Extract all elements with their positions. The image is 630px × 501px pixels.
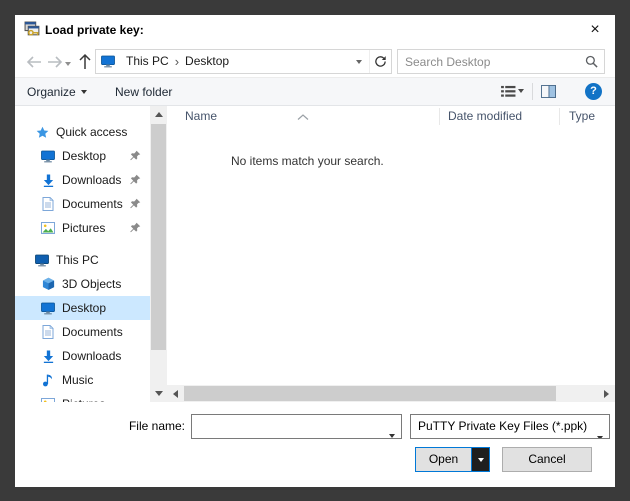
star-icon (34, 126, 50, 139)
music-note-icon (40, 373, 56, 387)
sidebar-item-label: Documents (62, 325, 123, 339)
scroll-right-icon[interactable] (598, 385, 615, 402)
sidebar-item-music[interactable]: Music (15, 368, 150, 392)
new-folder-label: New folder (115, 85, 172, 99)
scroll-left-icon[interactable] (167, 385, 184, 402)
sidebar-item-label: Downloads (62, 349, 121, 363)
refresh-icon[interactable] (369, 50, 391, 73)
sidebar-item-pictures[interactable]: Pictures (15, 392, 150, 402)
column-header-type[interactable]: Type (569, 109, 595, 123)
file-name-input[interactable] (192, 415, 401, 438)
new-folder-button[interactable]: New folder (115, 78, 172, 105)
sidebar-item-label: Downloads (62, 173, 121, 187)
file-name-combobox[interactable] (191, 414, 402, 439)
file-name-dropdown-icon[interactable] (389, 425, 395, 443)
sidebar-item-quick-access[interactable]: Quick access (15, 120, 150, 144)
horizontal-scrollbar[interactable] (167, 385, 615, 402)
empty-folder-message: No items match your search. (231, 154, 384, 168)
address-bar[interactable]: This PC › Desktop (95, 49, 392, 74)
sidebar-item-desktop-selected[interactable]: Desktop (15, 296, 150, 320)
sidebar-item-3d-objects[interactable]: 3D Objects (15, 272, 150, 296)
sidebar-item-label: Desktop (62, 301, 106, 315)
sidebar-item-documents[interactable]: Documents (15, 320, 150, 344)
search-box[interactable] (397, 49, 605, 74)
back-button[interactable] (24, 52, 44, 72)
window-title: Load private key: (45, 15, 144, 45)
sidebar-item-downloads-pinned[interactable]: Downloads (15, 168, 150, 192)
computer-icon (34, 254, 50, 267)
sidebar-item-this-pc[interactable]: This PC (15, 248, 150, 272)
search-icon (585, 55, 598, 73)
vertical-scrollbar-thumb[interactable] (151, 124, 166, 350)
column-separator[interactable] (439, 108, 440, 125)
download-icon (40, 350, 56, 363)
column-header-date-modified[interactable]: Date modified (448, 109, 522, 123)
sidebar-item-label: Desktop (62, 149, 106, 163)
sidebar-item-pictures-pinned[interactable]: Pictures (15, 216, 150, 240)
sidebar-item-label: Quick access (56, 125, 127, 139)
scroll-down-icon[interactable] (150, 385, 167, 402)
picture-icon (40, 222, 56, 234)
open-button[interactable]: Open (415, 447, 472, 472)
document-icon (40, 197, 56, 211)
file-type-value: PuTTY Private Key Files (*.ppk) (418, 419, 587, 433)
sidebar-item-label: This PC (56, 253, 99, 267)
file-type-combobox[interactable]: PuTTY Private Key Files (*.ppk) (410, 414, 610, 439)
sidebar-item-label: Documents (62, 197, 123, 211)
column-separator[interactable] (559, 108, 560, 125)
organize-dropdown-icon (81, 90, 87, 94)
vertical-scrollbar[interactable] (150, 106, 167, 402)
breadcrumb-this-pc[interactable]: This PC (120, 50, 175, 73)
sidebar-item-label: Pictures (62, 221, 105, 235)
change-view-icon[interactable] (501, 85, 516, 98)
pin-icon (130, 174, 141, 188)
sidebar-group-gap (15, 240, 150, 248)
load-private-key-dialog: Load private key: × This PC › Desktop (15, 15, 615, 487)
help-icon[interactable]: ? (585, 83, 602, 100)
recent-locations-dropdown-icon[interactable] (61, 54, 75, 74)
sidebar-item-label: Music (62, 373, 93, 387)
open-dropdown-icon (478, 458, 484, 462)
screen-background: Load private key: × This PC › Desktop (0, 0, 630, 501)
open-dropdown-button[interactable] (471, 447, 490, 472)
pin-icon (130, 222, 141, 236)
up-button[interactable] (75, 51, 95, 71)
sidebar-item-label: 3D Objects (62, 277, 121, 291)
scroll-up-icon[interactable] (150, 106, 167, 123)
pin-icon (130, 198, 141, 212)
pin-icon (130, 150, 141, 164)
preview-pane-icon[interactable] (541, 85, 556, 98)
sidebar-item-desktop-pinned[interactable]: Desktop (15, 144, 150, 168)
this-pc-icon (101, 55, 115, 68)
breadcrumb-desktop[interactable]: Desktop (179, 50, 235, 73)
close-button[interactable]: × (578, 15, 612, 45)
document-icon (40, 325, 56, 339)
file-name-label: File name: (15, 414, 185, 439)
view-dropdown-icon[interactable] (518, 89, 524, 93)
titlebar[interactable]: Load private key: × (15, 15, 615, 45)
command-toolbar: Organize New folder ? (15, 77, 615, 106)
sort-ascending-icon (297, 107, 309, 125)
file-type-dropdown-icon (597, 425, 603, 439)
sidebar-item-downloads[interactable]: Downloads (15, 344, 150, 368)
organize-button[interactable]: Organize (27, 78, 87, 105)
sidebar-item-documents-pinned[interactable]: Documents (15, 192, 150, 216)
cube-icon (40, 277, 56, 291)
file-list-area: Name Date modified Type No items match y… (167, 106, 615, 402)
download-icon (40, 174, 56, 187)
cancel-button[interactable]: Cancel (502, 447, 592, 472)
search-input[interactable] (398, 50, 604, 73)
picture-icon (40, 398, 56, 402)
sidebar-item-label: Pictures (62, 397, 105, 402)
toolbar-separator (532, 83, 533, 100)
monitor-icon (40, 302, 56, 315)
column-header-name[interactable]: Name (185, 109, 217, 123)
address-dropdown-icon[interactable] (349, 50, 369, 73)
monitor-icon (40, 150, 56, 163)
puttygen-app-icon (24, 21, 41, 38)
horizontal-scrollbar-thumb[interactable] (184, 386, 556, 401)
organize-label: Organize (27, 85, 76, 99)
navigation-pane: Quick access Desktop Downloads Documents… (15, 106, 150, 402)
